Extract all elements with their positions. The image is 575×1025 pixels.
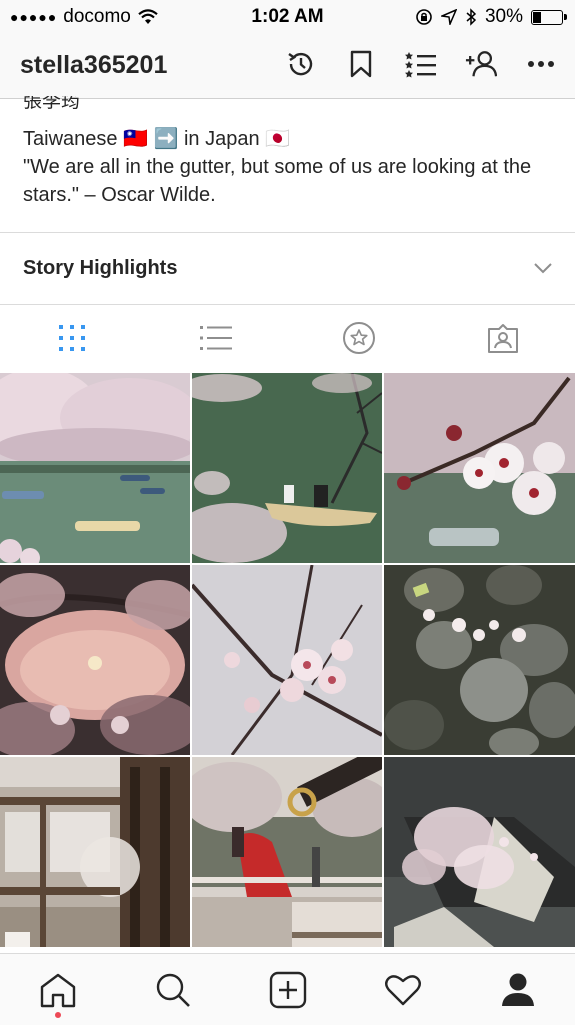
more-icon[interactable] — [525, 46, 557, 82]
grid-icon — [58, 325, 85, 351]
post-image — [0, 373, 190, 563]
saved-star-icon — [343, 322, 376, 354]
post-thumbnail[interactable] — [0, 373, 190, 563]
notification-dot — [54, 1012, 61, 1018]
tab-activity[interactable] — [345, 954, 460, 1025]
status-right: 30% — [415, 6, 567, 28]
status-bar: ●●●●● docomo 1:02 AM 30% — [0, 0, 575, 34]
battery-icon — [531, 9, 567, 25]
post-thumbnail[interactable] — [384, 373, 575, 563]
post-image — [192, 757, 382, 947]
battery-percent: 30% — [484, 6, 523, 27]
tab-tagged[interactable] — [431, 305, 575, 371]
home-icon — [40, 973, 75, 1007]
list-view-icon — [199, 326, 232, 350]
tagged-icon — [488, 324, 519, 353]
post-thumbnail[interactable] — [384, 565, 575, 755]
tab-home[interactable] — [0, 954, 115, 1025]
chevron-down-icon[interactable] — [533, 258, 553, 278]
bottom-tab-bar — [0, 953, 575, 1025]
post-thumbnail[interactable] — [0, 565, 190, 755]
profile-full-name: 張李筠 — [23, 96, 81, 112]
bluetooth-icon — [466, 8, 477, 26]
tab-grid[interactable] — [0, 305, 144, 371]
post-image — [384, 373, 575, 563]
list-icon[interactable] — [405, 46, 437, 82]
profile-username: stella365201 — [20, 51, 168, 79]
tab-add-post[interactable] — [230, 954, 345, 1025]
profile-view-tabs — [0, 305, 575, 371]
bio-quote: "We are all in the gutter, but some of u… — [23, 156, 532, 206]
story-highlights-label[interactable]: Story Highlights — [23, 257, 177, 280]
bio-line-location: Taiwanese 🇹🇼 ➡️ in Japan 🇯🇵 — [23, 128, 291, 150]
post-image — [192, 565, 382, 755]
post-thumbnail[interactable] — [192, 565, 382, 755]
history-icon[interactable] — [285, 46, 317, 82]
search-icon — [156, 973, 190, 1007]
divider — [0, 232, 575, 233]
orientation-lock-icon — [416, 9, 432, 25]
post-thumbnail[interactable] — [192, 757, 382, 947]
profile-icon — [501, 973, 534, 1006]
post-image — [0, 565, 190, 755]
post-image — [384, 757, 575, 947]
tab-saved[interactable] — [288, 305, 432, 371]
profile-header: stella365201 — [0, 34, 575, 99]
bookmark-icon[interactable] — [345, 46, 377, 82]
post-thumbnail[interactable] — [0, 757, 190, 947]
location-icon — [440, 9, 457, 25]
post-image — [192, 373, 382, 563]
post-image — [0, 757, 190, 947]
posts-grid — [0, 373, 575, 953]
post-thumbnail[interactable] — [384, 757, 575, 947]
add-user-icon[interactable] — [465, 46, 497, 82]
activity-heart-icon — [384, 974, 421, 1005]
tab-list[interactable] — [144, 305, 288, 371]
post-image — [384, 565, 575, 755]
header-actions — [285, 46, 557, 82]
post-thumbnail[interactable] — [192, 373, 382, 563]
tab-profile[interactable] — [460, 954, 575, 1025]
tab-search[interactable] — [115, 954, 230, 1025]
profile-bio: 張李筠 Taiwanese 🇹🇼 ➡️ in Japan 🇯🇵 "We are … — [23, 96, 553, 209]
add-post-icon — [269, 971, 306, 1008]
